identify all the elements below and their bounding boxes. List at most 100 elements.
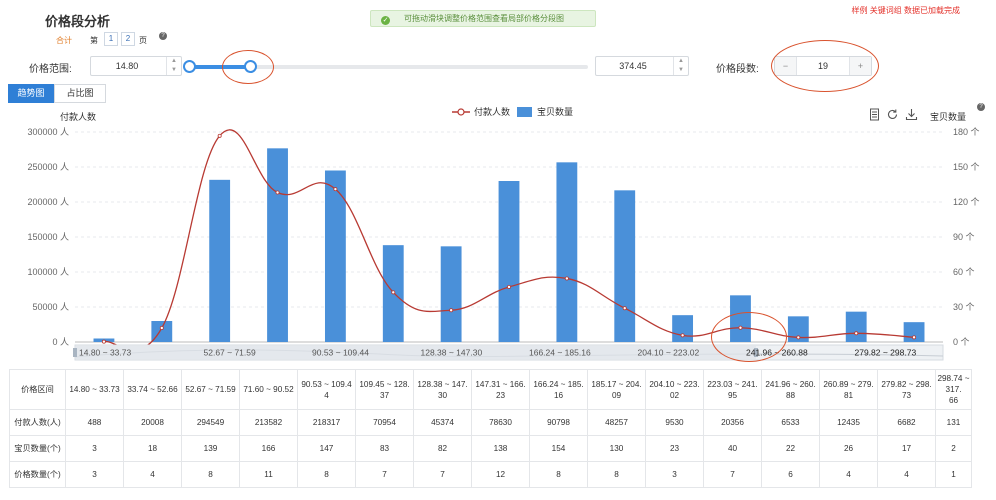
zoom-label-1: 52.67 ~ 71.59 [204, 348, 257, 358]
left-tick-label: 50000 人 [32, 302, 69, 312]
page-title: 价格段分析 [45, 14, 111, 29]
point-12 [796, 335, 801, 340]
range-cell: 33.74 ~ 52.66 [123, 369, 182, 410]
zoom-label-0: 14.80 ~ 33.73 [79, 348, 132, 358]
count-cell: 8 [181, 461, 240, 488]
buyers-cell: 20356 [703, 409, 762, 436]
highlight-ring-handle [222, 50, 274, 84]
point-6 [449, 308, 454, 313]
range-cell: 109.45 ~ 128. 37 [355, 369, 414, 410]
legend-bar-swatch [517, 107, 532, 117]
items-cell: 139 [181, 435, 240, 462]
right-tick-label: 120 个 [953, 197, 980, 207]
page-1-button[interactable]: 1 [104, 32, 118, 46]
items-cell: 23 [645, 435, 704, 462]
right-tick-label: 0 个 [953, 337, 970, 347]
segments-label: 价格段数: [716, 64, 759, 75]
count-cell: 6 [761, 461, 820, 488]
buyers-cell: 6682 [877, 409, 936, 436]
items-cell: 26 [819, 435, 878, 462]
point-2 [217, 133, 222, 138]
range-cell: 260.89 ~ 279. 81 [819, 369, 878, 410]
bar-2 [209, 179, 231, 342]
range-cell: 14.80 ~ 33.73 [65, 369, 124, 410]
page-prefix: 第 [90, 36, 98, 45]
right-tick-label: 30 个 [953, 302, 975, 312]
zoom-label-4: 166.24 ~ 185.16 [529, 348, 591, 358]
count-cell: 8 [529, 461, 588, 488]
items-cell: 166 [239, 435, 298, 462]
page-suffix: 页 [139, 36, 147, 45]
range-cell: 128.38 ~ 147. 30 [413, 369, 472, 410]
point-5 [391, 290, 396, 295]
zoom-bar: 14.80 ~ 33.73 52.67 ~ 71.59 90.53 ~ 109.44… [73, 344, 944, 361]
point-9 [622, 306, 627, 311]
left-tick-label: 250000 人 [27, 162, 69, 172]
point-14 [912, 335, 917, 340]
price-segment-chart: 0 人 50000 人 100000 人 150000 人 200000 人 250000… [27, 106, 980, 361]
bar-6 [440, 246, 462, 342]
right-tick-label: 180 个 [953, 127, 980, 137]
items-cell: 82 [413, 435, 472, 462]
count-cell: 7 [355, 461, 414, 488]
hint-text: 可拖动滑块调整价格范围查看局部价格分段图 [404, 14, 564, 23]
right-tick-label: 150 个 [953, 162, 980, 172]
row-header: 价格数量(个) [9, 461, 66, 488]
count-cell: 12 [471, 461, 530, 488]
max-price-spinner[interactable]: ▲ ▼ [673, 57, 688, 75]
buyers-cell: 70954 [355, 409, 414, 436]
zoom-label-2: 90.53 ~ 109.44 [312, 348, 369, 358]
count-cell: 3 [65, 461, 124, 488]
max-price-input[interactable]: 374.45 ▲ ▼ [595, 56, 689, 76]
page-2-button[interactable]: 2 [121, 32, 135, 46]
zoom-label-3: 128.38 ~ 147.30 [421, 348, 483, 358]
buyers-cell: 78630 [471, 409, 530, 436]
highlight-ring-chart [711, 312, 787, 362]
buyers-cell: 294549 [181, 409, 240, 436]
items-cell: 17 [877, 435, 936, 462]
slider-min-handle[interactable] [183, 60, 196, 73]
items-cell: 130 [587, 435, 646, 462]
zoom-handle-left [73, 348, 77, 357]
left-tick-label: 0 人 [52, 337, 69, 347]
buyers-cell: 218317 [297, 409, 356, 436]
range-cell: 223.03 ~ 241. 95 [703, 369, 762, 410]
left-tick-label: 200000 人 [27, 197, 69, 207]
buyers-cell: 48257 [587, 409, 646, 436]
items-cell: 18 [123, 435, 182, 462]
chart-legend: 付款人数 宝贝数量 [452, 106, 573, 117]
bar-13 [845, 311, 867, 342]
zoom-label-7: 279.82 ~ 298.73 [855, 348, 917, 358]
row-header: 付款人数(人) [9, 409, 66, 436]
highlight-ring-stepper [771, 40, 879, 92]
help-icon[interactable]: ? [159, 32, 167, 40]
range-cell: 71.60 ~ 90.52 [239, 369, 298, 410]
range-cell: 279.82 ~ 298. 73 [877, 369, 936, 410]
buyers-cell: 12435 [819, 409, 878, 436]
items-cell: 138 [471, 435, 530, 462]
items-cell: 147 [297, 435, 356, 462]
point-7 [506, 284, 511, 289]
hint-banner: ✓ 可拖动滑块调整价格范围查看局部价格分段图 [370, 10, 596, 27]
point-3 [275, 190, 280, 195]
total-link[interactable]: 合计 [56, 35, 72, 46]
legend-line-marker [457, 108, 465, 116]
items-cell: 22 [761, 435, 820, 462]
left-axis-labels: 0 人 50000 人 100000 人 150000 人 200000 人 250000… [27, 127, 69, 347]
range-cell: 52.67 ~ 71.59 [181, 369, 240, 410]
check-icon: ✓ [381, 16, 390, 25]
legend-bar-label: 宝贝数量 [537, 106, 573, 117]
point-1 [159, 325, 164, 330]
buyers-cell: 45374 [413, 409, 472, 436]
left-tick-label: 100000 人 [27, 267, 69, 277]
min-price-input[interactable]: 14.80 ▲ ▼ [90, 56, 182, 76]
count-cell: 7 [703, 461, 762, 488]
items-cell: 40 [703, 435, 762, 462]
row-header: 价格区间 [9, 369, 66, 410]
left-tick-label: 300000 人 [27, 127, 69, 137]
count-cell: 4 [877, 461, 936, 488]
bar-3 [267, 148, 288, 342]
min-price-spinner[interactable]: ▲ ▼ [166, 57, 181, 75]
count-cell: 4 [123, 461, 182, 488]
range-cell: 204.10 ~ 223. 02 [645, 369, 704, 410]
